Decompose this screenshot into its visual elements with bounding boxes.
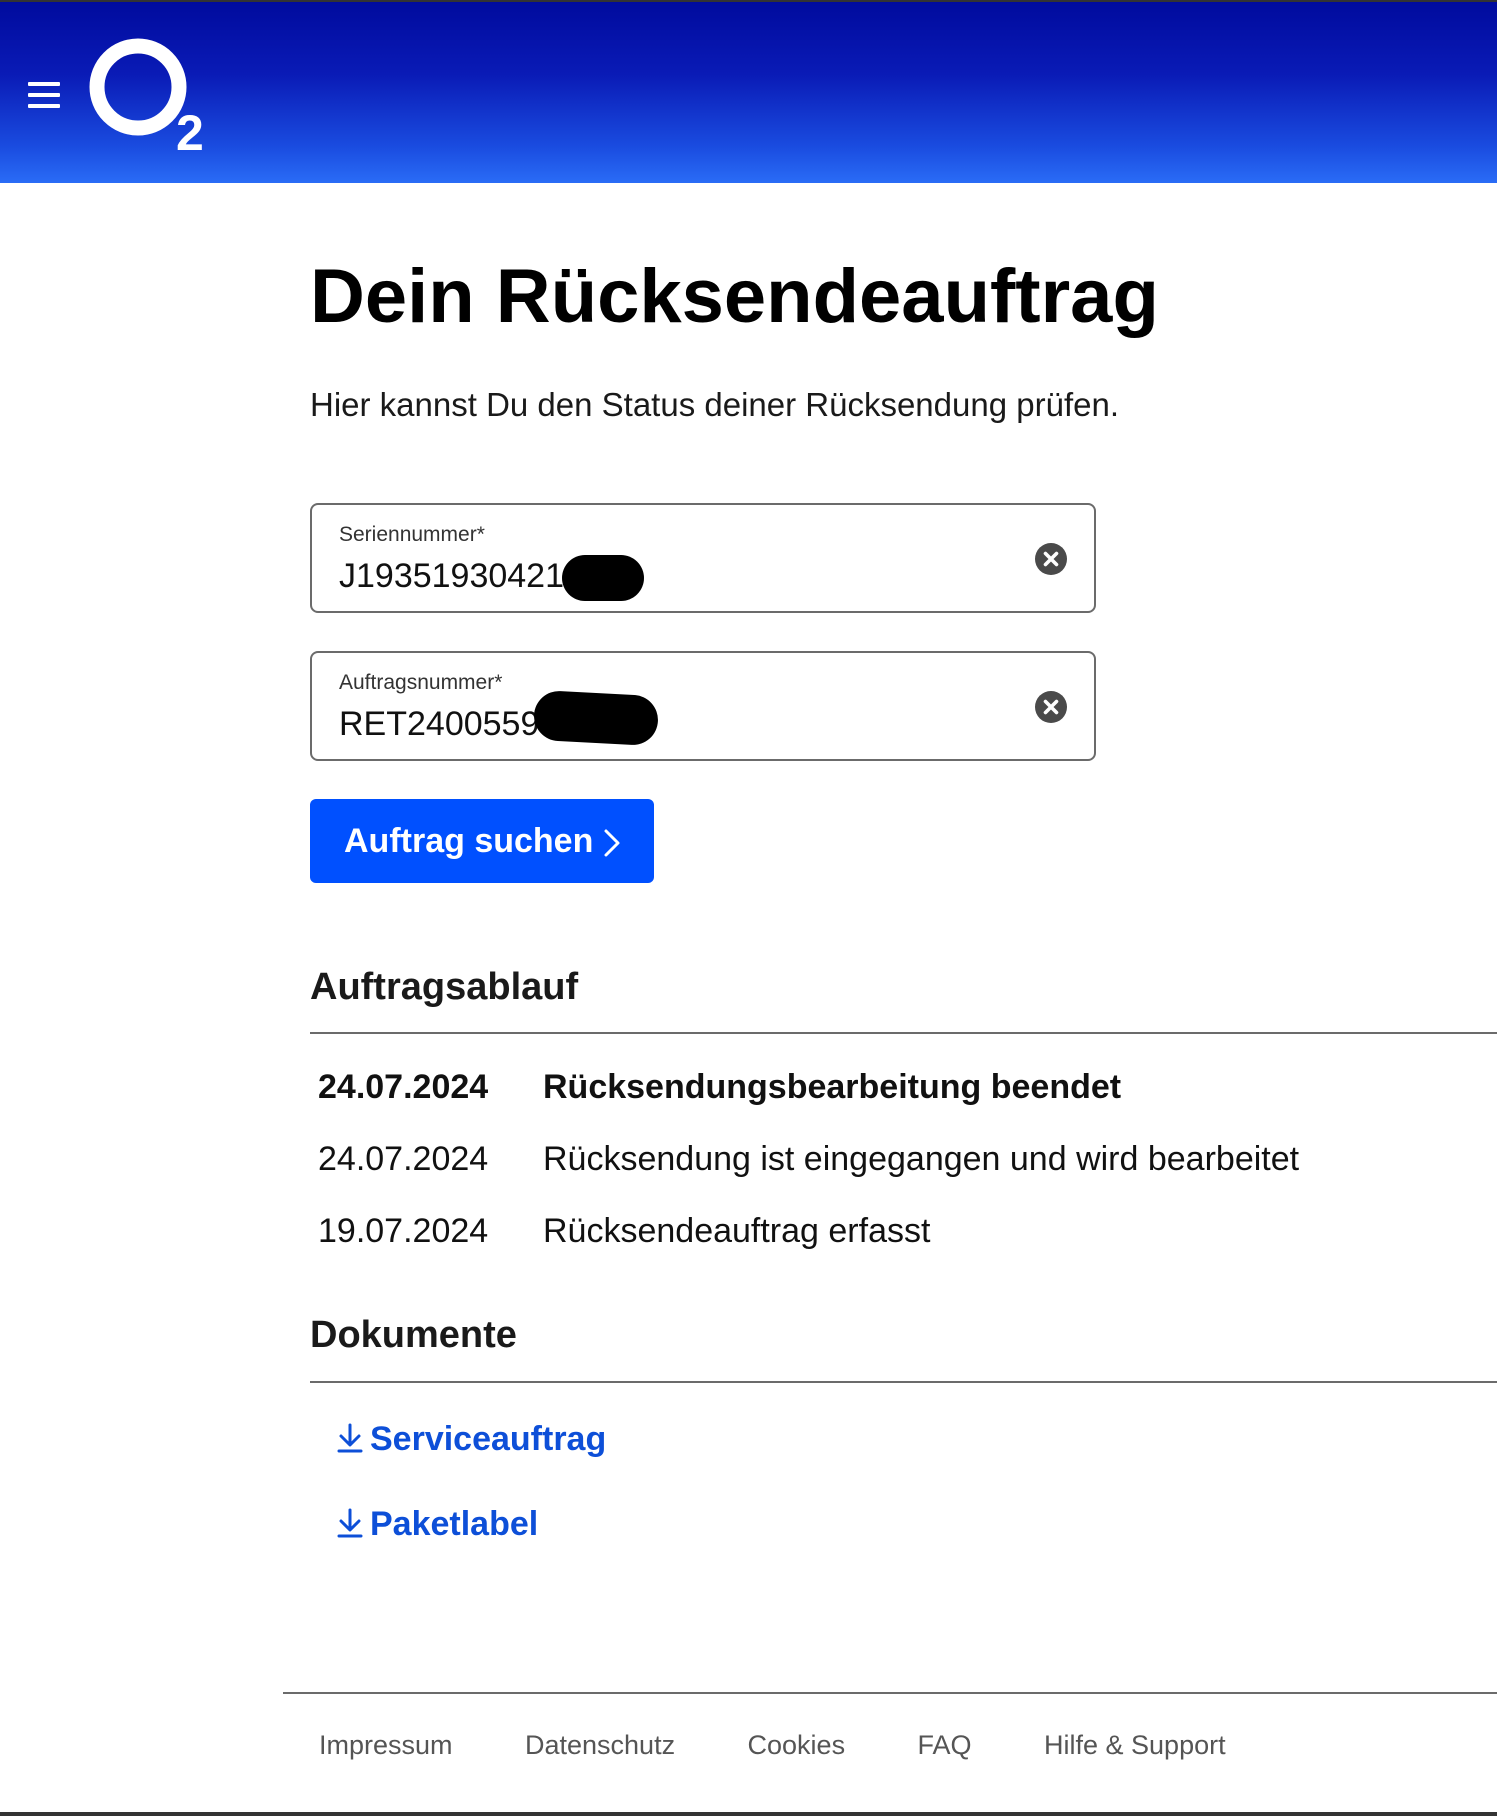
download-icon	[337, 1508, 363, 1538]
order-number-field[interactable]: Auftragsnummer* RET2400559	[310, 651, 1096, 761]
page-frame: 2 Dein Rücksendeauftrag Hier kannst Du d…	[0, 0, 1497, 1816]
timeline-row: 24.07.2024 Rücksendungsbearbeitung beende…	[318, 1068, 1121, 1107]
svg-text:2: 2	[176, 105, 204, 157]
chevron-right-icon	[604, 829, 620, 857]
footer-links: Impressum Datenschutz Cookies FAQ Hilfe …	[319, 1730, 1294, 1761]
hamburger-menu-icon[interactable]	[28, 82, 60, 108]
clear-circle-icon[interactable]	[1035, 691, 1067, 723]
documents-title: Dokumente	[310, 1314, 517, 1356]
timeline-row: 19.07.2024 Rücksendeauftrag erfasst	[318, 1212, 930, 1251]
search-order-button-label: Auftrag suchen	[344, 821, 594, 860]
redaction-mark	[562, 555, 644, 601]
search-order-button[interactable]: Auftrag suchen	[310, 799, 654, 883]
footer-link-faq[interactable]: FAQ	[918, 1730, 972, 1761]
timeline-title: Auftragsablauf	[310, 966, 579, 1008]
timeline-divider	[310, 1032, 1497, 1034]
redaction-mark	[532, 689, 660, 747]
footer-link-datenschutz[interactable]: Datenschutz	[525, 1730, 675, 1761]
timeline-text: Rücksendungsbearbeitung beendet	[543, 1068, 1122, 1106]
clear-circle-icon[interactable]	[1035, 543, 1067, 575]
serial-number-label: Seriennummer*	[339, 523, 485, 546]
footer-divider	[283, 1692, 1497, 1694]
serviceauftrag-label: Serviceauftrag	[370, 1420, 607, 1458]
download-icon	[337, 1423, 363, 1453]
timeline-date: 19.07.2024	[318, 1212, 489, 1250]
footer-link-cookies[interactable]: Cookies	[748, 1730, 846, 1761]
timeline-text: Rücksendung ist eingegangen und wird bea…	[543, 1140, 1300, 1178]
paketlabel-download-link[interactable]: Paketlabel	[336, 1505, 538, 1544]
timeline-row: 24.07.2024 Rücksendung ist eingegangen un…	[318, 1140, 1299, 1179]
footer-link-hilfe-support[interactable]: Hilfe & Support	[1044, 1730, 1226, 1761]
page-subtitle: Hier kannst Du den Status deiner Rücksen…	[310, 386, 1119, 423]
serial-number-field[interactable]: Seriennummer* J193519304211	[310, 503, 1096, 613]
serial-number-value[interactable]: J193519304211	[339, 557, 580, 596]
top-header: 2	[0, 2, 1497, 183]
order-number-label: Auftragsnummer*	[339, 671, 503, 694]
documents-divider	[310, 1381, 1497, 1383]
footer-link-impressum[interactable]: Impressum	[319, 1730, 453, 1761]
timeline-text: Rücksendeauftrag erfasst	[543, 1212, 931, 1250]
serviceauftrag-download-link[interactable]: Serviceauftrag	[336, 1420, 606, 1459]
paketlabel-label: Paketlabel	[370, 1505, 539, 1543]
order-number-value[interactable]: RET2400559	[339, 705, 539, 744]
o2-logo[interactable]: 2	[88, 32, 218, 157]
timeline-date: 24.07.2024	[318, 1068, 489, 1106]
page-title: Dein Rücksendeauftrag	[310, 254, 1159, 339]
timeline-date: 24.07.2024	[318, 1140, 489, 1178]
